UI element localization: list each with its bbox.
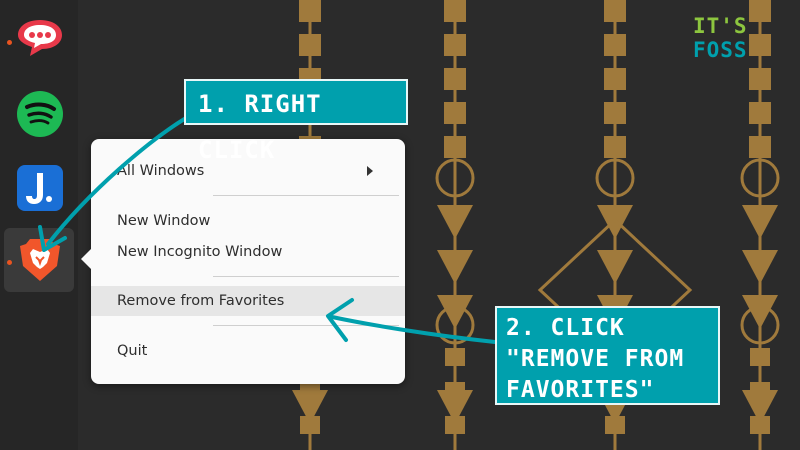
menu-item-label: Quit — [117, 343, 148, 359]
menu-separator — [213, 195, 399, 196]
wallpaper-shape — [749, 102, 771, 124]
wallpaper-shape — [300, 382, 320, 400]
wallpaper-shape — [300, 416, 320, 434]
wallpaper-shape — [604, 34, 626, 56]
context-menu: All Windows New Window New Incognito Win… — [81, 139, 405, 384]
dock-item-rocket-chat[interactable] — [4, 4, 74, 68]
wallpaper-shape — [444, 68, 466, 90]
dock-item-joplin[interactable] — [4, 156, 74, 220]
wallpaper-shape — [445, 382, 465, 400]
joplin-icon — [17, 165, 63, 211]
dock — [0, 0, 78, 450]
menu-separator — [213, 276, 399, 277]
callout-step-2-line: FAVORITES" — [506, 377, 655, 403]
wallpaper-shape — [605, 416, 625, 434]
wallpaper-shape — [750, 382, 770, 400]
wallpaper-shape — [299, 0, 321, 22]
wallpaper-shape — [445, 416, 465, 434]
rocket-chat-icon — [18, 20, 62, 56]
brave-browser-icon — [20, 239, 60, 281]
itsfoss-logo: IT'S FOSS — [693, 14, 800, 62]
dock-item-spotify[interactable] — [4, 82, 74, 146]
menu-item-label: All Windows — [117, 163, 205, 179]
wallpaper-shape — [749, 136, 771, 158]
running-indicator — [7, 40, 12, 45]
wallpaper-shape — [604, 102, 626, 124]
wallpaper-shape — [604, 0, 626, 22]
wallpaper-shape — [444, 102, 466, 124]
menu-item-remove-from-favorites[interactable]: Remove from Favorites — [91, 286, 405, 316]
submenu-arrow-icon — [367, 166, 373, 176]
wallpaper-shape — [299, 34, 321, 56]
running-indicator — [7, 260, 12, 265]
callout-step-2-line: 2. CLICK — [506, 315, 625, 341]
menu-separator — [213, 325, 399, 326]
wallpaper-shape — [750, 348, 770, 366]
wallpaper-shape — [444, 34, 466, 56]
callout-step-1: 1. RIGHT CLICK — [184, 79, 408, 164]
menu-item-label: New Incognito Window — [117, 244, 283, 260]
wallpaper-shape — [444, 0, 466, 22]
dock-item-brave[interactable] — [4, 228, 74, 292]
logo-part-2: FOSS — [693, 38, 748, 62]
menu-item-label: New Window — [117, 213, 211, 229]
menu-pointer — [81, 249, 91, 269]
spotify-icon — [17, 91, 63, 137]
callout-step-2: 2. CLICK "REMOVE FROM FAVORITES" — [495, 306, 720, 405]
menu-item-new-incognito-window[interactable]: New Incognito Window — [91, 237, 405, 267]
wallpaper-shape — [750, 416, 770, 434]
wallpaper-shape — [444, 136, 466, 158]
wallpaper-shape — [445, 348, 465, 366]
wallpaper-shape — [604, 136, 626, 158]
wallpaper-shape — [749, 68, 771, 90]
callout-step-2-line: "REMOVE FROM — [506, 346, 685, 372]
wallpaper-shape — [604, 68, 626, 90]
menu-item-label: Remove from Favorites — [117, 293, 285, 309]
menu-item-quit[interactable]: Quit — [91, 336, 405, 366]
menu-item-new-window[interactable]: New Window — [91, 206, 405, 236]
logo-part-1: IT'S — [693, 14, 748, 38]
